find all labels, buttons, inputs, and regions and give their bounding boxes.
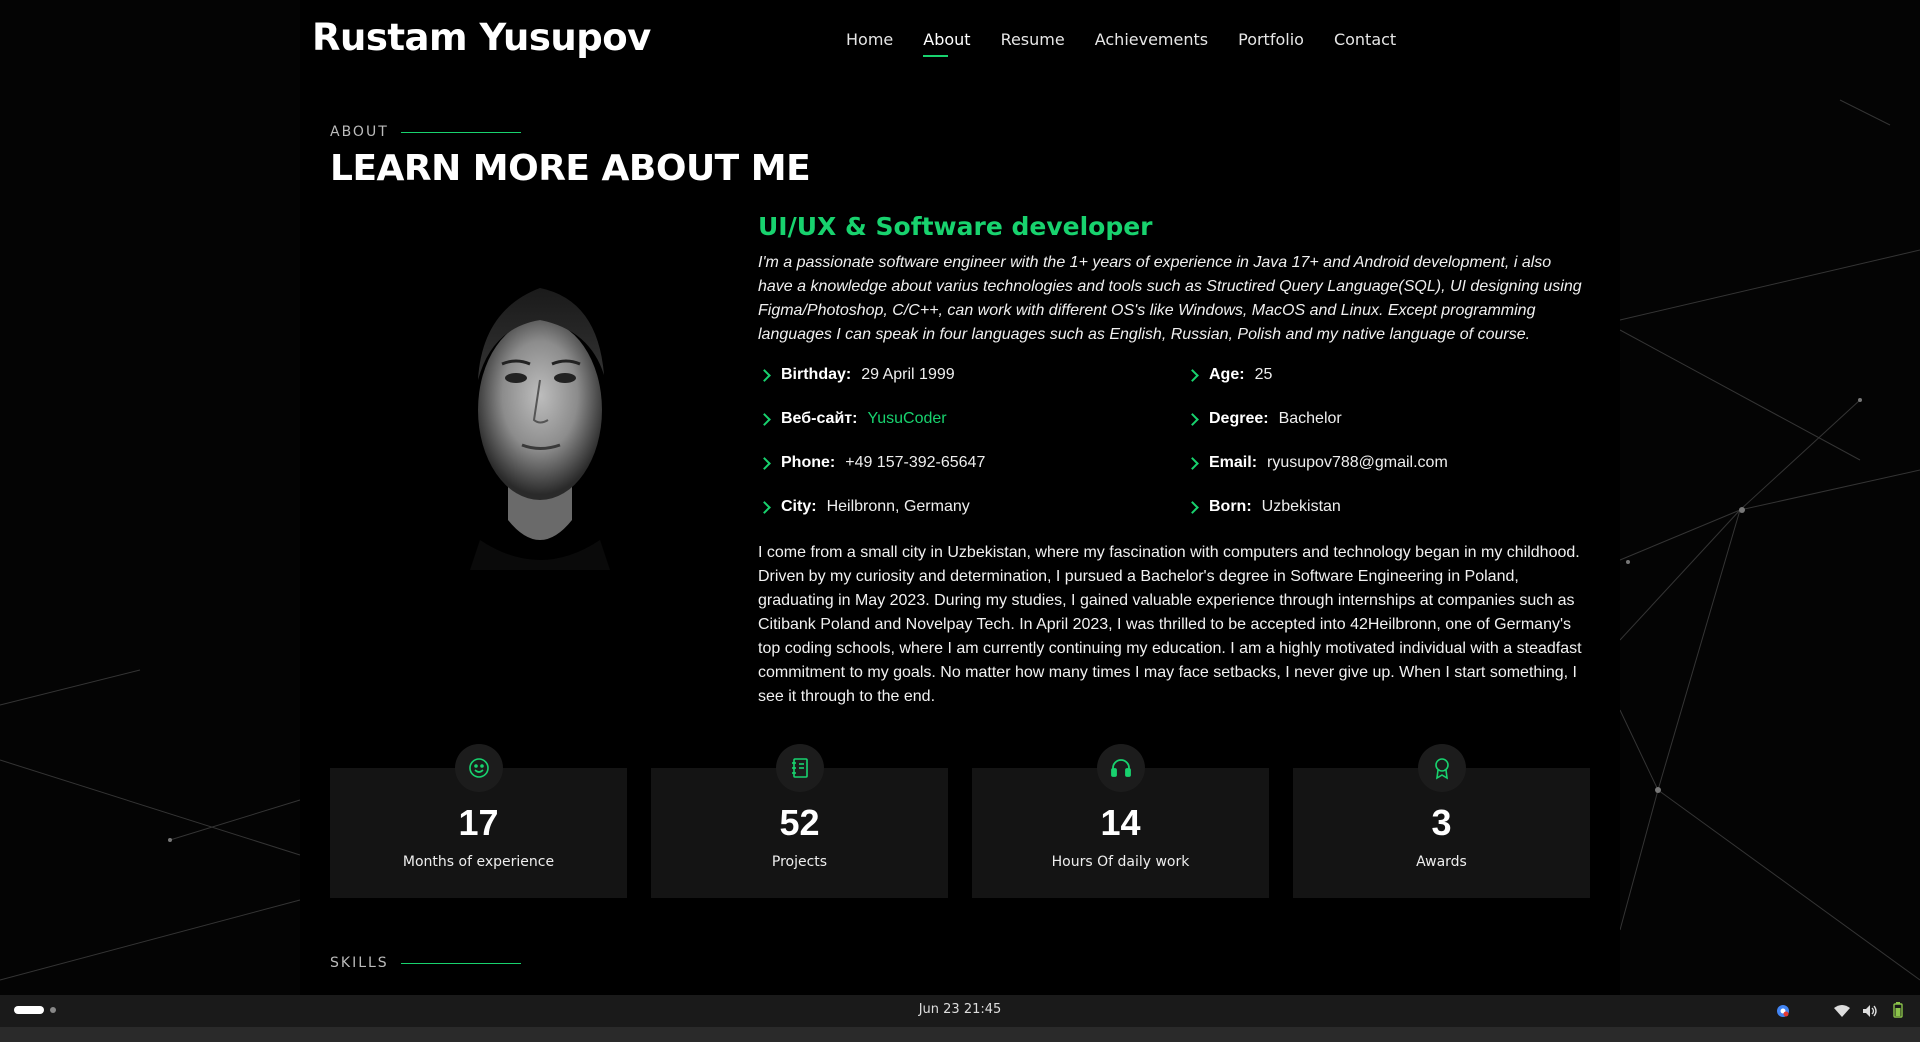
fact-born: Born: Uzbekistan bbox=[1186, 497, 1586, 517]
headset-icon bbox=[1096, 744, 1145, 792]
fact-label: Born: bbox=[1209, 498, 1252, 515]
counter-label: Projects bbox=[771, 854, 828, 870]
chevron-right-icon bbox=[758, 456, 771, 470]
fact-city: City: Heilbronn, Germany bbox=[758, 497, 1186, 517]
chrome-icon[interactable] bbox=[1776, 1003, 1790, 1022]
chevron-right-icon bbox=[1186, 412, 1199, 426]
award-icon bbox=[1417, 744, 1466, 792]
fact-label: Degree: bbox=[1209, 410, 1269, 427]
fact-label: Веб-сайт: bbox=[781, 410, 858, 427]
skills-label-text: SKILLS bbox=[330, 955, 389, 971]
fact-label: Phone: bbox=[781, 454, 836, 471]
facts-list: Birthday: 29 April 1999 Age: 25 Веб-сайт: Y… bbox=[758, 365, 1590, 517]
chevron-right-icon bbox=[1186, 456, 1199, 470]
counter-number: 52 bbox=[779, 802, 820, 843]
counter-card: 17 Months of experience bbox=[330, 744, 627, 898]
nav-resume[interactable]: Resume bbox=[1001, 30, 1065, 57]
fact-label: Email: bbox=[1209, 454, 1258, 471]
about-content: UI/UX & Software developer I'm a passion… bbox=[758, 212, 1590, 709]
site-logo[interactable]: Rustam Yusupov bbox=[312, 16, 651, 59]
section-label: ABOUT bbox=[330, 124, 521, 140]
chevron-right-icon bbox=[758, 500, 771, 514]
skills-label-line bbox=[400, 962, 521, 964]
nav-achievements[interactable]: Achievements bbox=[1095, 30, 1208, 57]
site-header: Rustam Yusupov Home About Resume Achieve… bbox=[0, 0, 1920, 80]
fact-value: Uzbekistan bbox=[1261, 498, 1341, 515]
counter-card: 14 Hours Of daily work bbox=[972, 744, 1269, 898]
fact-value: 25 bbox=[1254, 366, 1273, 383]
fact-label: Birthday: bbox=[781, 366, 852, 383]
nav-portfolio[interactable]: Portfolio bbox=[1238, 30, 1304, 57]
smiley-icon bbox=[454, 744, 503, 792]
role-heading: UI/UX & Software developer bbox=[758, 212, 1153, 241]
intro-text: I'm a passionate software engineer with … bbox=[758, 254, 1582, 343]
fact-degree: Degree: Bachelor bbox=[1186, 409, 1586, 429]
chevron-right-icon bbox=[758, 368, 771, 382]
fact-value: ryusupov788@gmail.com bbox=[1267, 454, 1448, 471]
section-title: LEARN MORE ABOUT ME bbox=[330, 148, 811, 189]
fact-label: City: bbox=[781, 498, 817, 515]
fact-value: +49 157-392-65647 bbox=[845, 454, 986, 471]
system-tray bbox=[1776, 1002, 1906, 1022]
section-label-text: ABOUT bbox=[330, 124, 389, 140]
counter-number: 3 bbox=[1431, 802, 1452, 843]
fact-birthday: Birthday: 29 April 1999 bbox=[758, 365, 1186, 385]
fact-value: Bachelor bbox=[1278, 410, 1342, 427]
window-title-strip bbox=[0, 1027, 1920, 1042]
chevron-right-icon bbox=[1186, 500, 1199, 514]
counter-label: Months of experience bbox=[402, 854, 555, 870]
main-nav: Home About Resume Achievements Portfolio… bbox=[846, 30, 1426, 57]
fact-value: 29 April 1999 bbox=[861, 366, 955, 383]
volume-icon[interactable] bbox=[1862, 1003, 1878, 1022]
fact-label: Age: bbox=[1209, 366, 1245, 383]
website-link[interactable]: YusuCoder bbox=[867, 410, 946, 428]
clock[interactable]: Jun 23 21:45 bbox=[0, 1002, 1920, 1017]
nav-home[interactable]: Home bbox=[846, 30, 893, 57]
fact-age: Age: 25 bbox=[1186, 365, 1586, 385]
fact-email: Email: ryusupov788@gmail.com bbox=[1186, 453, 1586, 473]
section-label-line bbox=[400, 131, 521, 133]
skills-section-label: SKILLS bbox=[330, 955, 521, 971]
battery-icon[interactable] bbox=[1890, 1002, 1906, 1022]
nav-about[interactable]: About bbox=[923, 30, 971, 57]
bio-text: I come from a small city in Uzbekistan, … bbox=[758, 544, 1582, 705]
fact-value: Heilbronn, Germany bbox=[826, 498, 970, 515]
counter-card: 3 Awards bbox=[1293, 744, 1590, 898]
fact-website: Веб-сайт: YusuCoder bbox=[758, 409, 1186, 429]
journal-icon bbox=[775, 744, 824, 792]
fact-phone: Phone: +49 157-392-65647 bbox=[758, 453, 1186, 473]
nav-contact[interactable]: Contact bbox=[1334, 30, 1396, 57]
counter-number: 14 bbox=[1100, 802, 1141, 843]
wifi-icon[interactable] bbox=[1834, 1003, 1850, 1022]
profile-photo bbox=[420, 270, 660, 570]
counter-label: Awards bbox=[1416, 854, 1467, 870]
counter-label: Hours Of daily work bbox=[1051, 854, 1190, 870]
counter-number: 17 bbox=[458, 802, 499, 843]
chevron-right-icon bbox=[1186, 368, 1199, 382]
chevron-right-icon bbox=[758, 412, 771, 426]
counter-card: 52 Projects bbox=[651, 744, 948, 898]
system-taskbar: Jun 23 21:45 bbox=[0, 995, 1920, 1027]
